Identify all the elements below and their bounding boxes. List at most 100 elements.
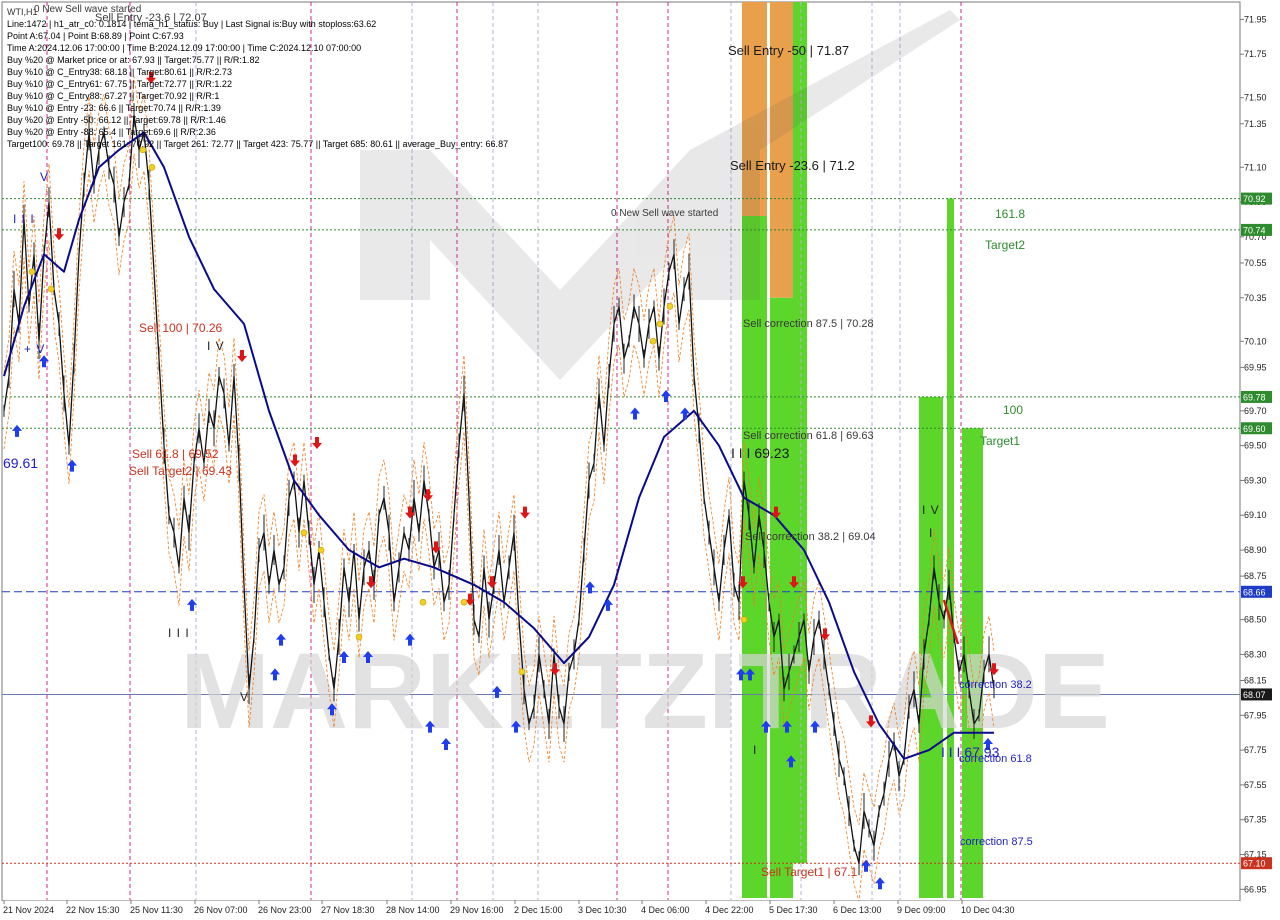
y-tick-label: 69.10 — [1244, 510, 1267, 520]
price-tag-label: 68.07 — [1243, 690, 1266, 700]
fib-1618-label: 161.8 — [995, 207, 1026, 221]
correction-618-label: correction 61.8 — [959, 753, 1032, 765]
y-tick-label: 70.35 — [1244, 293, 1267, 303]
wave-label-v: V — [40, 170, 50, 184]
correction-382-label: correction 38.2 — [959, 679, 1032, 691]
x-tick-label: 3 Dec 10:30 — [578, 905, 627, 915]
sell-correction-618-label: Sell correction 61.8 | 69.63 — [743, 430, 874, 442]
wave-label-iii: I I I — [168, 626, 190, 640]
signal-star-icon — [460, 598, 468, 606]
signal-star-icon — [47, 285, 55, 293]
info-line: Target100: 69.78 || Target 161: 70.92 ||… — [7, 139, 509, 149]
y-tick-label: 71.75 — [1244, 49, 1267, 59]
info-panel: WTI,H1 Line:1472 | h1_atr_c0: 0.1814 | t… — [7, 6, 508, 150]
info-line: Time A:2024.12.06 17:00:00 | Time B:2024… — [7, 43, 362, 53]
y-tick-label: 68.15 — [1244, 676, 1267, 686]
x-tick-label: 21 Nov 2024 — [3, 905, 54, 915]
info-line: Line:1472 | h1_atr_c0: 0.1814 | tema_h1_… — [7, 19, 377, 29]
wave-label-iv: + V — [24, 342, 46, 356]
y-tick-label: 68.50 — [1244, 615, 1267, 625]
y-tick-label: 70.10 — [1244, 336, 1267, 346]
wave-label-i: I — [753, 743, 758, 757]
info-line: Point A:67.04 | Point B:68.89 | Point C:… — [7, 31, 184, 41]
x-tick-label: 9 Dec 09:00 — [897, 905, 946, 915]
signal-star-icon — [317, 546, 325, 554]
y-tick-label: 69.30 — [1244, 475, 1267, 485]
signal-star-icon — [740, 616, 748, 623]
wave-label-iv: I V — [922, 503, 940, 517]
x-tick-label: 29 Nov 16:00 — [450, 905, 504, 915]
x-tick-label: 6 Dec 13:00 — [833, 905, 882, 915]
price-tag-label: 70.92 — [1243, 194, 1266, 204]
info-line: Buy %10 @ C_Entry88: 67.27 || Target:70.… — [7, 91, 220, 101]
y-tick-label: 70.55 — [1244, 258, 1267, 268]
signal-star-icon — [656, 320, 664, 328]
sell-100-label: Sell 100 | 70.26 — [139, 321, 223, 335]
signal-star-icon — [666, 303, 674, 310]
new-sell-wave-mid-label: 0 New Sell wave started — [611, 208, 719, 219]
price-tag-label: 70.74 — [1243, 225, 1266, 235]
wave-label-v: V — [240, 690, 250, 704]
y-tick-label: 71.95 — [1244, 14, 1267, 24]
signal-star-icon — [148, 163, 156, 171]
sell-entry-top-label: Sell Entry -23.6 | 72.07 — [95, 12, 207, 24]
sell-correction-875-label: Sell correction 87.5 | 70.28 — [743, 318, 874, 330]
y-tick-label: 69.50 — [1244, 441, 1267, 451]
x-tick-label: 22 Nov 15:30 — [66, 905, 120, 915]
x-tick-label: 27 Nov 18:30 — [321, 905, 375, 915]
x-tick-label: 28 Nov 14:00 — [386, 905, 440, 915]
wave-6923-label: I I I 69.23 — [731, 445, 790, 461]
info-line: Buy %20 @ Market price or at: 67.93 || T… — [7, 55, 260, 65]
x-tick-label: 25 Nov 11:30 — [130, 905, 183, 915]
y-tick-label: 71.10 — [1244, 162, 1267, 172]
info-line: Buy %20 @ Entry -50: 66.12 || Target:69.… — [7, 115, 226, 125]
fib-100-label: 100 — [1003, 403, 1024, 417]
wave-label-iv: I V — [207, 339, 225, 353]
signal-star-icon — [300, 529, 308, 536]
x-tick-label: 26 Nov 07:00 — [194, 905, 248, 915]
y-tick-label: 67.95 — [1244, 710, 1267, 720]
info-line: Buy %10 @ C_Entry61: 67.75 || Target:72.… — [7, 79, 232, 89]
target2-label: Target2 — [985, 238, 1026, 252]
x-tick-label: 2 Dec 15:00 — [514, 905, 563, 915]
y-tick-label: 67.55 — [1244, 780, 1267, 790]
signal-star-icon — [649, 337, 657, 345]
y-tick-label: 71.50 — [1244, 93, 1267, 103]
target1-label: Target1 — [980, 434, 1021, 448]
price-tag-label: 69.78 — [1243, 392, 1266, 402]
signal-star-icon — [518, 668, 526, 676]
y-tick-label: 68.75 — [1244, 571, 1267, 581]
info-line: Buy %10 @ Entry -23: 66.6 || Target:70.7… — [7, 103, 221, 113]
x-tick-label: 26 Nov 23:00 — [258, 905, 312, 915]
signal-star-icon — [28, 268, 36, 275]
x-tick-label: 5 Dec 17:30 — [769, 905, 818, 915]
wave-label-i: I — [929, 526, 934, 540]
signal-star-icon — [355, 633, 363, 641]
left-price-label: 69.61 — [3, 455, 39, 471]
correction-875-label: correction 87.5 — [960, 836, 1033, 848]
sell-entry-50-label: Sell Entry -50 | 71.87 — [728, 43, 850, 58]
info-line: Buy %20 @ Entry -88: 65.4 || Target:69.6… — [7, 127, 216, 137]
sell-correction-382-label: Sell correction 38.2 | 69.04 — [745, 531, 876, 543]
info-line: Buy %10 @ C_Entry38: 68.18 || Target:80.… — [7, 67, 232, 77]
x-tick-label: 4 Dec 06:00 — [641, 905, 690, 915]
y-tick-label: 66.95 — [1244, 884, 1267, 894]
y-tick-label: 67.75 — [1244, 745, 1267, 755]
x-tick-label: 10 Dec 04:30 — [961, 905, 1015, 915]
y-tick-label: 71.35 — [1244, 119, 1267, 129]
y-tick-label: 69.95 — [1244, 362, 1267, 372]
price-tag-label: 68.66 — [1243, 587, 1266, 597]
price-tag-label: 67.10 — [1243, 859, 1266, 869]
signal-star-icon — [419, 598, 427, 606]
sell-target1-label: Sell Target1 | 67.1 — [761, 865, 858, 879]
sell-entry-23-label: Sell Entry -23.6 | 71.2 — [730, 158, 855, 173]
sell-61-label: Sell 61.8 | 69.52 — [132, 447, 219, 461]
y-tick-label: 68.30 — [1244, 649, 1267, 659]
y-tick-label: 67.35 — [1244, 815, 1267, 825]
target-zone — [770, 297, 793, 899]
target-zone — [947, 198, 954, 899]
sell-target2-label: Sell Target2 | 69.43 — [129, 464, 232, 478]
x-tick-label: 4 Dec 22:00 — [705, 905, 754, 915]
y-tick-label: 69.70 — [1244, 406, 1267, 416]
price-tag-label: 69.60 — [1243, 424, 1266, 434]
